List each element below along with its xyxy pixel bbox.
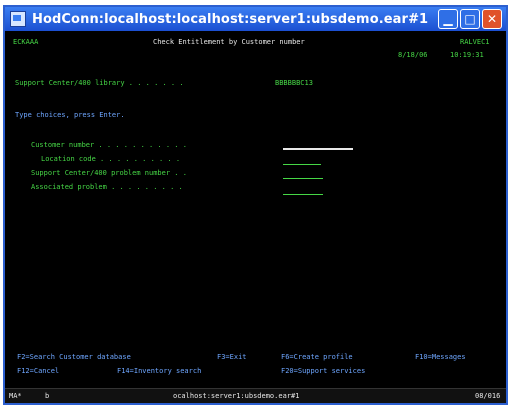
system-name: RALVEC1 <box>460 38 490 46</box>
program-id: ECKAAA <box>13 38 39 46</box>
problem-number-label: Support Center/400 problem number . . <box>31 169 187 177</box>
associated-problem-label: Associated problem . . . . . . . . . <box>31 183 183 191</box>
fkey-f2[interactable]: F2=Search Customer database <box>17 353 131 361</box>
fkey-f12[interactable]: F12=Cancel <box>17 367 59 375</box>
location-code-label: Location code . . . . . . . . . . <box>41 155 181 163</box>
status-session: ocalhost:server1:ubsdemo.ear#1 <box>173 392 300 400</box>
cursor-position: 08/016 <box>475 392 501 400</box>
library-value: BBBBBBC13 <box>275 79 313 87</box>
fkey-f20[interactable]: F20=Support services <box>281 367 365 375</box>
terminal-screen[interactable]: ECKAAA Check Entitlement by Customer num… <box>5 31 506 393</box>
fkey-f6[interactable]: F6=Create profile <box>281 353 353 361</box>
time-value: 10:19:31 <box>450 51 484 59</box>
status-mode: b <box>45 392 50 400</box>
terminal-window: HodConn:localhost:localhost:server1:ubsd… <box>3 5 508 405</box>
fkey-f3[interactable]: F3=Exit <box>217 353 247 361</box>
close-icon[interactable]: ✕ <box>482 9 502 29</box>
fkey-f10[interactable]: F10=Messages <box>415 353 466 361</box>
terminal-app-icon[interactable] <box>10 11 26 27</box>
customer-number-field[interactable] <box>283 148 353 150</box>
library-label: Support Center/400 library . . . . . . . <box>15 79 184 87</box>
minimize-icon[interactable]: ▁ <box>438 9 458 29</box>
instruction-text: Type choices, press Enter. <box>15 111 125 119</box>
window-controls: ▁ □ ✕ <box>438 9 502 29</box>
associated-problem-field[interactable] <box>283 194 323 195</box>
date-value: 8/18/06 <box>398 51 428 59</box>
status-bar: MA* b ocalhost:server1:ubsdemo.ear#1 08/… <box>5 388 506 403</box>
location-code-field[interactable] <box>283 164 321 165</box>
fkey-f14[interactable]: F14=Inventory search <box>117 367 201 375</box>
problem-number-field[interactable] <box>283 178 323 179</box>
maximize-icon[interactable]: □ <box>460 9 480 29</box>
title-bar[interactable]: HodConn:localhost:localhost:server1:ubsd… <box>5 7 506 31</box>
customer-number-label: Customer number . . . . . . . . . . . <box>31 141 187 149</box>
screen-heading: Check Entitlement by Customer number <box>153 38 305 46</box>
window-title: HodConn:localhost:localhost:server1:ubsd… <box>32 11 429 27</box>
status-left: MA* <box>9 392 22 400</box>
